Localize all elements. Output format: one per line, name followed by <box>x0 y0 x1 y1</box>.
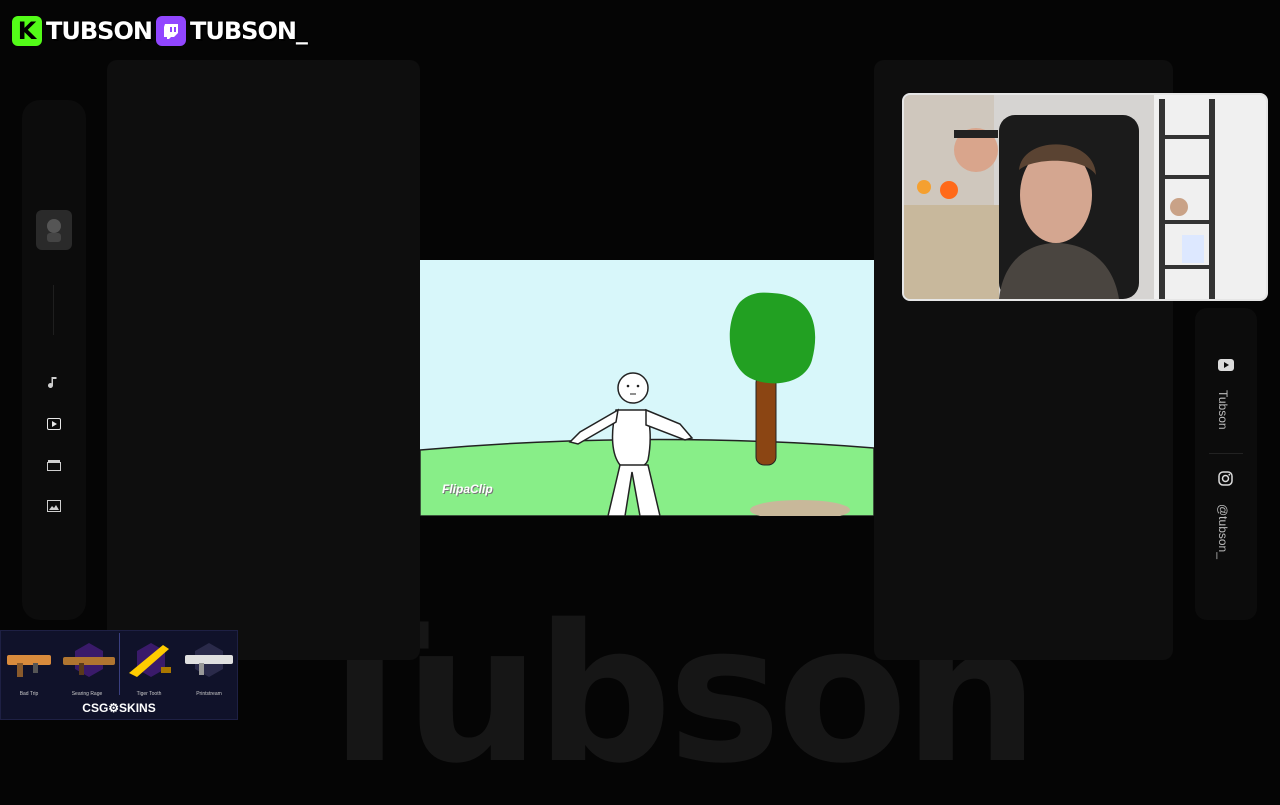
instagram-handle[interactable]: @tubson_ <box>1216 504 1230 559</box>
skins-widget[interactable]: Bad Trip Searing Rage Tiger Tooth Prints… <box>0 630 238 720</box>
skin-label: Printstream <box>196 691 222 697</box>
skin-item: Tiger Tooth <box>123 637 175 697</box>
twitch-icon <box>156 16 186 46</box>
play-icon[interactable] <box>44 414 64 434</box>
left-sidebar <box>22 100 86 620</box>
webcam-feed <box>902 93 1268 301</box>
kick-logo[interactable]: K TUBSON <box>12 14 153 48</box>
instagram-icon[interactable] <box>1218 471 1233 491</box>
skin-label: Tiger Tooth <box>136 691 162 697</box>
clapperboard-icon[interactable] <box>44 455 64 475</box>
youtube-channel-name[interactable]: Tubson <box>1216 390 1230 430</box>
left-panel <box>107 60 420 660</box>
image-icon[interactable] <box>44 496 64 516</box>
avatar-icon[interactable] <box>36 210 72 250</box>
skin-item: Searing Rage <box>61 637 115 697</box>
kick-icon: K <box>12 16 42 46</box>
knife-icon <box>129 643 171 677</box>
social-divider <box>1209 453 1243 454</box>
webcam-image <box>904 95 1266 299</box>
video-watermark: FlipaClip <box>442 482 493 496</box>
skin-item: Printstream <box>183 637 235 697</box>
rifle-icon <box>63 643 115 677</box>
skin-item: Bad Trip <box>3 637 55 697</box>
youtube-icon[interactable] <box>1218 358 1234 376</box>
twitch-logo[interactable]: TUBSON_ <box>156 14 308 48</box>
stream-video[interactable]: FlipaClip <box>420 260 874 516</box>
sidebar-divider <box>53 285 54 335</box>
music-icon[interactable] <box>44 373 64 393</box>
kick-channel-name: TUBSON <box>46 17 153 45</box>
twitch-channel-name: TUBSON_ <box>190 17 308 45</box>
rifle-icon <box>7 655 51 677</box>
rifle-icon <box>185 643 233 677</box>
skins-brand-logo: CSG⚙SKINS <box>82 701 156 715</box>
skin-label: Bad Trip <box>19 691 39 697</box>
skin-divider <box>119 633 120 695</box>
animation-frame <box>420 260 874 516</box>
skin-label: Searing Rage <box>71 691 103 697</box>
social-bar: Tubson @tubson_ <box>1195 308 1257 620</box>
